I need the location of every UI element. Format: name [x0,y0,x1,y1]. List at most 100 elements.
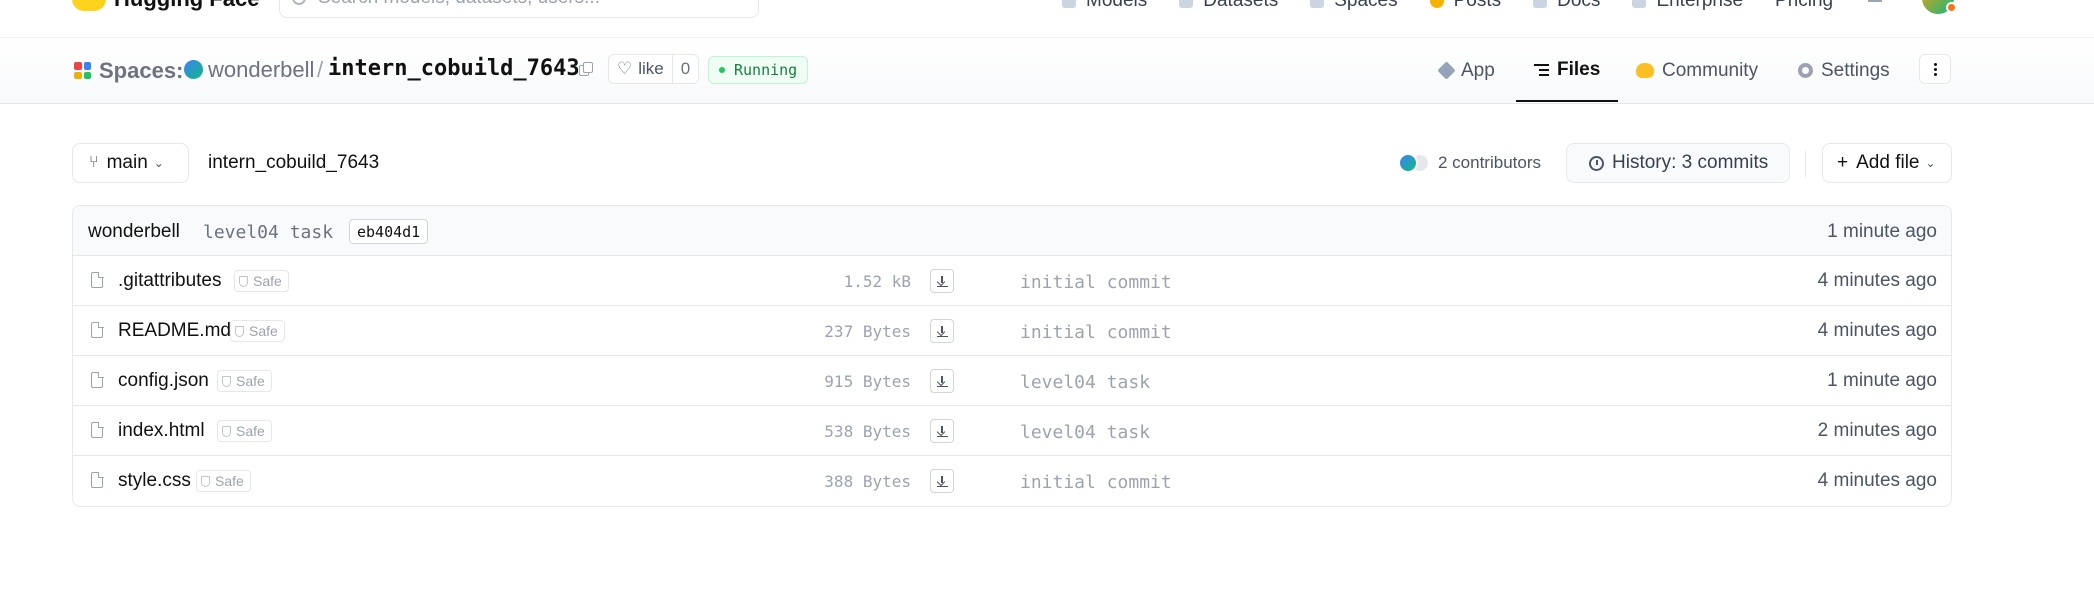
nav-link-label: Posts [1453,0,1502,11]
file-name[interactable]: config.json [118,370,209,392]
table-row: index.html Safe 538 Bytes level04 task 2… [73,406,1951,456]
tab-label: Settings [1821,59,1890,81]
safe-badge[interactable]: Safe [217,420,272,442]
files-icon [1534,63,1549,76]
cube-icon [1437,61,1456,80]
shield-icon [201,475,210,487]
add-file-label: Add file [1856,152,1920,173]
path-separator: / [317,57,324,82]
safe-badge[interactable]: Safe [230,320,285,342]
nav-links: Models Datasets Spaces Posts Docs Enterp… [1062,0,1865,12]
file-icon [91,271,104,288]
heart-icon: ♡ [617,59,633,78]
tab-files[interactable]: Files [1516,39,1618,102]
nav-link-models[interactable]: Models [1062,0,1147,12]
chevron-down-icon: ⌄ [1925,156,1936,170]
search-icon [292,0,306,5]
file-commit-message[interactable]: level04 task [1020,422,1150,443]
table-row: README.md Safe 237 Bytes initial commit … [73,306,1951,356]
like-count[interactable]: 0 [673,59,698,79]
file-table: wonderbell level04 task eb404d1 1 minute… [72,205,1952,507]
commit-sha[interactable]: eb404d1 [349,219,429,244]
tab-settings[interactable]: Settings [1798,39,1890,102]
contributors-count: 2 contributors [1438,153,1541,172]
status-dot-icon [719,67,725,73]
nav-link-label: Spaces [1334,0,1398,11]
file-commit-time: 4 minutes ago [1817,470,1937,491]
file-commit-message[interactable]: initial commit [1020,472,1172,493]
download-button[interactable] [930,319,954,343]
breadcrumb[interactable]: intern_cobuild_7643 [208,152,379,174]
file-commit-message[interactable]: level04 task [1020,372,1150,393]
more-options-button[interactable] [1919,54,1951,84]
safe-badge[interactable]: Safe [196,470,251,492]
owner-avatar [184,60,203,79]
download-button[interactable] [930,269,954,293]
posts-icon [1429,0,1444,8]
file-icon [91,471,104,488]
section-label[interactable]: Spaces: [99,58,183,84]
safe-label: Safe [215,473,244,489]
file-size: 915 Bytes [824,372,911,391]
file-name[interactable]: index.html [118,420,205,442]
branch-name: main [106,152,148,173]
file-commit-message[interactable]: initial commit [1020,272,1172,293]
nav-link-enterprise[interactable]: Enterprise [1632,0,1743,12]
tab-app[interactable]: App [1437,39,1495,102]
search-input[interactable]: Search models, datasets, users... [279,0,759,18]
like-button[interactable]: ♡ like 0 [608,54,700,84]
contributors-link[interactable]: 2 contributors [1390,153,1541,173]
file-name[interactable]: .gitattributes [118,270,222,292]
download-button[interactable] [930,369,954,393]
file-commit-time: 4 minutes ago [1817,270,1937,291]
branch-selector[interactable]: ⑂ main ⌄ [72,143,189,183]
download-button[interactable] [930,419,954,443]
owner-link[interactable]: wonderbell [208,57,314,83]
contributor-avatar [1398,153,1418,173]
enterprise-icon [1632,0,1647,8]
spaces-grid-icon [74,62,91,79]
community-icon [1636,63,1654,78]
safe-label: Safe [236,373,265,389]
space-header: Spaces: wonderbell / intern_cobuild_7643… [0,39,2094,104]
nav-link-posts[interactable]: Posts [1429,0,1502,12]
tab-label: Community [1662,59,1759,81]
file-size: 237 Bytes [824,322,911,341]
docs-icon [1533,0,1548,8]
safe-badge[interactable]: Safe [217,370,272,392]
copy-icon[interactable] [579,62,593,77]
nav-link-spaces[interactable]: Spaces [1310,0,1398,12]
file-icon [91,421,104,438]
file-commit-message[interactable]: initial commit [1020,322,1172,343]
tab-label: Files [1557,58,1601,80]
nav-link-docs[interactable]: Docs [1533,0,1600,12]
gear-icon [1798,63,1813,78]
file-size: 388 Bytes [824,472,911,491]
menu-icon[interactable] [1868,0,1882,2]
safe-badge[interactable]: Safe [234,270,289,292]
commit-message[interactable]: level04 task [203,222,333,243]
add-file-button[interactable]: + Add file ⌄ [1822,143,1952,183]
history-button[interactable]: History: 3 commits [1566,143,1790,183]
repo-name[interactable]: intern_cobuild_7643 [328,56,580,81]
table-row: .gitattributes Safe 1.52 kB initial comm… [73,256,1951,306]
safe-label: Safe [236,423,265,439]
commit-time: 1 minute ago [1827,221,1937,242]
datasets-icon [1179,0,1194,8]
commit-author[interactable]: wonderbell [88,221,180,243]
status-badge[interactable]: Running [708,56,809,84]
table-row: config.json Safe 915 Bytes level04 task … [73,356,1951,406]
last-commit-header: wonderbell level04 task eb404d1 1 minute… [73,206,1951,256]
nav-link-pricing[interactable]: Pricing [1775,0,1833,12]
nav-link-datasets[interactable]: Datasets [1179,0,1278,12]
tab-community[interactable]: Community [1636,39,1758,102]
hugging-face-logo-icon [72,0,106,11]
file-name[interactable]: style.css [118,470,191,492]
nav-link-label: Datasets [1203,0,1279,11]
file-name[interactable]: README.md [118,320,231,342]
tab-label: App [1461,59,1495,81]
like-label: like [638,59,664,78]
shield-icon [222,425,231,437]
hf-logo[interactable]: Hugging Face [72,0,259,12]
download-button[interactable] [930,469,954,493]
